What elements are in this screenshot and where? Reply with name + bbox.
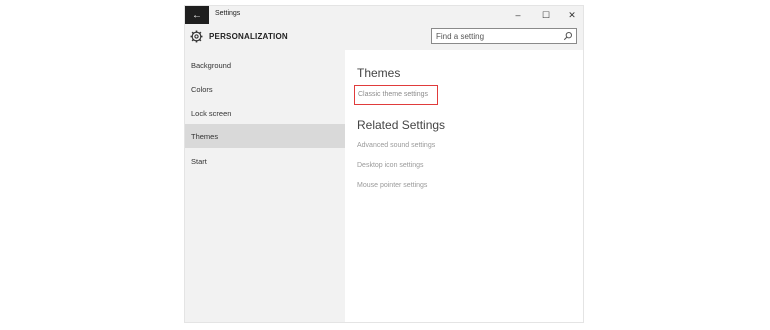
settings-window: ← Settings – ☐ ✕ PERSONALIZATION Find a … <box>184 5 584 323</box>
sidebar-item-label: Themes <box>191 132 219 141</box>
search-box[interactable] <box>431 28 577 44</box>
window-title: Settings <box>215 10 241 17</box>
desktop-icon-settings-link[interactable]: Desktop icon settings <box>357 162 424 169</box>
mouse-pointer-settings-link[interactable]: Mouse pointer settings <box>357 182 427 189</box>
related-settings-heading: Related Settings <box>357 118 446 132</box>
sidebar: Background Colors Lock screen Themes Sta… <box>185 50 345 322</box>
sidebar-item-lock-screen[interactable]: Lock screen <box>185 102 345 124</box>
minimize-icon: – <box>515 10 521 20</box>
sidebar-item-themes[interactable]: Themes <box>185 124 345 148</box>
sidebar-item-label: Colors <box>191 85 213 94</box>
maximize-button[interactable]: ☐ <box>535 6 557 24</box>
close-button[interactable]: ✕ <box>561 6 583 24</box>
main-content: Themes Classic theme settings Related Se… <box>345 50 583 322</box>
page-title: PERSONALIZATION <box>209 32 288 41</box>
classic-theme-settings-label: Classic theme settings <box>358 91 429 98</box>
classic-theme-settings-link[interactable]: Classic theme settings <box>354 85 438 105</box>
page-header: PERSONALIZATION <box>185 24 583 50</box>
minimize-button[interactable]: – <box>507 6 529 24</box>
title-bar: ← Settings – ☐ ✕ <box>185 6 583 24</box>
maximize-icon: ☐ <box>541 9 551 20</box>
sidebar-item-start[interactable]: Start <box>185 150 345 172</box>
sidebar-item-colors[interactable]: Colors <box>185 78 345 100</box>
sidebar-item-label: Background <box>191 61 232 70</box>
gear-icon <box>190 30 203 43</box>
sidebar-item-background[interactable]: Background <box>185 54 345 76</box>
close-icon: ✕ <box>568 9 576 20</box>
sidebar-item-label: Lock screen <box>191 109 232 118</box>
search-input[interactable] <box>436 30 556 42</box>
back-arrow-icon: ← <box>192 9 202 21</box>
themes-heading: Themes <box>357 66 401 80</box>
sidebar-item-label: Start <box>191 157 207 166</box>
back-button[interactable]: ← <box>185 6 209 24</box>
search-icon[interactable] <box>563 31 573 41</box>
advanced-sound-settings-link[interactable]: Advanced sound settings <box>357 142 435 149</box>
